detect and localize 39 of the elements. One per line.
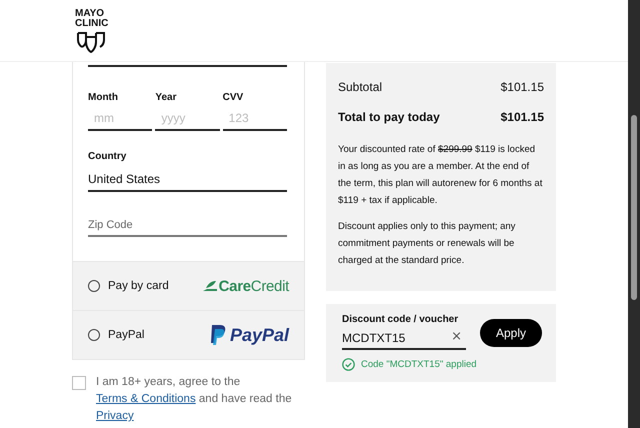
radio-button[interactable] — [88, 280, 100, 292]
option-label: Pay by card — [108, 280, 169, 292]
field-label: Month — [88, 92, 119, 105]
discount-code-field[interactable]: MCDTXT15 × — [342, 325, 466, 350]
privacy-link[interactable]: Privacy — [96, 410, 134, 422]
input-field[interactable]: yyyy — [155, 106, 220, 131]
carecredit-logo: CareCredit — [218, 278, 289, 294]
discount-note: Discount applies only to this payment; any commitment payments or renewals will be charged at the standard price. — [338, 220, 516, 268]
status-message: Code "MCDTXT15" applied — [361, 359, 477, 370]
country-field[interactable]: United States — [88, 167, 287, 192]
paypal-logo: PayPal — [230, 324, 289, 346]
shield-logo-icon — [76, 30, 106, 52]
payment-option[interactable]: PayPal PayPal — [72, 311, 305, 360]
apply-button[interactable]: Apply — [480, 318, 542, 346]
summary-amount: $101.15 — [500, 80, 544, 94]
summary-amount: $101.15 — [500, 110, 544, 124]
summary-label: Total to pay today — [338, 110, 440, 124]
checkbox[interactable] — [72, 376, 86, 390]
input-field[interactable]: 123 — [222, 106, 287, 131]
scrollbar[interactable] — [628, 0, 640, 428]
field-label: Year — [155, 92, 178, 105]
scrollbar-thumb[interactable] — [631, 115, 637, 300]
option-label: PayPal — [108, 329, 144, 341]
clear-button[interactable]: × — [451, 329, 462, 344]
field-label: Country — [88, 151, 128, 164]
zip-code-field[interactable]: Zip Code — [88, 212, 287, 237]
field-label: Discount code / voucher — [342, 314, 460, 325]
logo-text: MAYO CLINIC — [75, 8, 108, 28]
leaf-icon — [202, 280, 218, 292]
field-label: CVV — [222, 92, 244, 105]
consent-text: I am 18+ years, agree to the Terms & Conditions and have read the Privacy — [96, 375, 293, 424]
input-field[interactable]: mm — [88, 106, 152, 131]
payment-option[interactable]: Pay by card CareCredit — [72, 262, 305, 311]
terms-link[interactable]: Terms & Conditions — [96, 393, 196, 405]
radio-button[interactable] — [88, 329, 100, 341]
paypal-p-icon — [208, 324, 227, 346]
rate-note: Your discounted rate of $299.99 $119 is locked in as long as you are a member. At the end of the term, this plan will autorenew for 6 months at $119 + tax if applicable. — [338, 143, 544, 208]
summary-label: Subtotal — [338, 80, 382, 94]
check-circle-icon — [342, 358, 355, 371]
